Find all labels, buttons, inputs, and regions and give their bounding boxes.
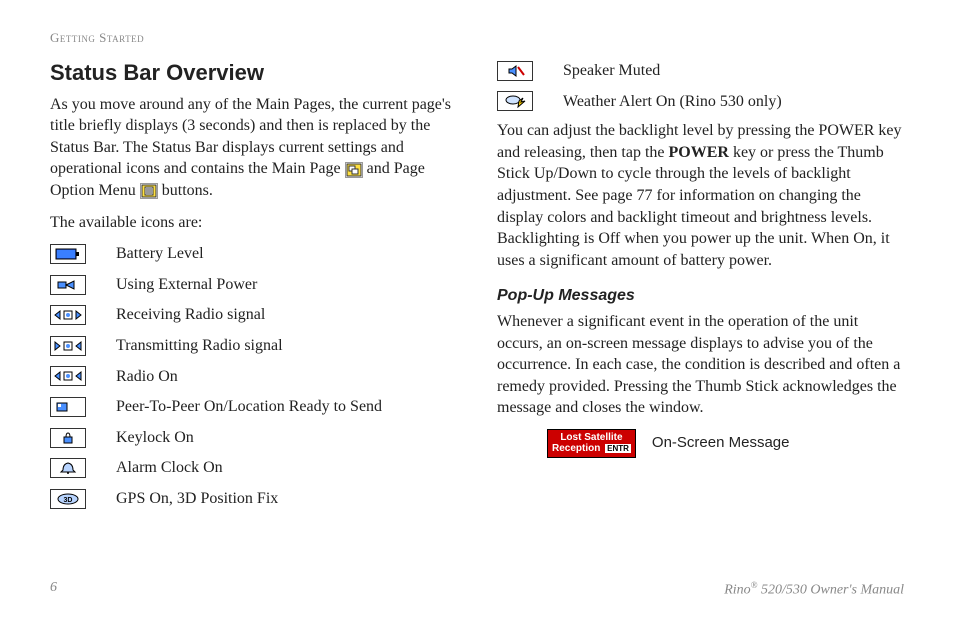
- popup-body: Whenever a significant event in the oper…: [497, 311, 904, 419]
- icon-label: Receiving Radio signal: [116, 304, 265, 326]
- list-item: Peer-To-Peer On/Location Ready to Send: [50, 396, 457, 418]
- section-header: Getting Started: [50, 30, 904, 46]
- icon-label: Radio On: [116, 366, 178, 388]
- lost-satellite-message-icon: Lost Satellite Reception ENTR: [547, 429, 636, 458]
- power-bold: POWER: [669, 144, 729, 161]
- main-page-icon: [345, 162, 363, 178]
- popup-heading: Pop-Up Messages: [497, 285, 904, 307]
- msg-line2: Reception: [552, 443, 600, 454]
- list-item: Transmitting Radio signal: [50, 335, 457, 357]
- onscreen-message-label: On-Screen Message: [652, 433, 790, 453]
- list-item: Receiving Radio signal: [50, 304, 457, 326]
- transmitting-radio-icon: [50, 336, 86, 356]
- list-item: Radio On: [50, 366, 457, 388]
- list-item: 3D GPS On, 3D Position Fix: [50, 488, 457, 510]
- msg-line1: Lost Satellite: [552, 432, 631, 444]
- manual-a: Rino: [724, 583, 750, 598]
- peer-to-peer-icon: [50, 397, 86, 417]
- icon-label: Peer-To-Peer On/Location Ready to Send: [116, 396, 382, 418]
- right-column: Speaker Muted Weather Alert On (Rino 530…: [497, 54, 904, 510]
- icon-label: Speaker Muted: [563, 60, 660, 82]
- icon-label: Using External Power: [116, 274, 257, 296]
- entr-badge: ENTR: [605, 444, 631, 453]
- msg-line2-wrap: Reception ENTR: [552, 443, 631, 455]
- available-icons-label: The available icons are:: [50, 212, 457, 234]
- weather-alert-icon: [497, 91, 533, 111]
- icon-list-right: Speaker Muted Weather Alert On (Rino 530…: [497, 60, 904, 112]
- list-item: Keylock On: [50, 427, 457, 449]
- external-power-icon: [50, 275, 86, 295]
- backlight-text-b: key or press the Thumb Stick Up/Down to …: [497, 144, 890, 269]
- icon-label: Weather Alert On (Rino 530 only): [563, 91, 782, 113]
- speaker-muted-icon: [497, 61, 533, 81]
- radio-on-icon: [50, 366, 86, 386]
- icon-label: Alarm Clock On: [116, 457, 223, 479]
- icon-list-left: Battery Level Using External Power Recei…: [50, 243, 457, 509]
- svg-text:3D: 3D: [64, 497, 73, 504]
- battery-level-icon: [50, 244, 86, 264]
- list-item: Alarm Clock On: [50, 457, 457, 479]
- list-item: Speaker Muted: [497, 60, 904, 82]
- alarm-clock-icon: [50, 458, 86, 478]
- receiving-radio-icon: [50, 305, 86, 325]
- intro-paragraph: As you move around any of the Main Pages…: [50, 94, 457, 202]
- backlight-paragraph: You can adjust the backlight level by pr…: [497, 120, 904, 271]
- left-column: Status Bar Overview As you move around a…: [50, 54, 457, 510]
- gps-3d-icon: 3D: [50, 489, 86, 509]
- content-columns: Status Bar Overview As you move around a…: [50, 54, 904, 510]
- page-title: Status Bar Overview: [50, 58, 457, 88]
- keylock-icon: [50, 428, 86, 448]
- list-item: Battery Level: [50, 243, 457, 265]
- manual-title: Rino® 520/530 Owner's Manual: [724, 580, 904, 599]
- list-item: Weather Alert On (Rino 530 only): [497, 91, 904, 113]
- icon-label: GPS On, 3D Position Fix: [116, 488, 278, 510]
- manual-b: 520/530 Owner's Manual: [758, 583, 905, 598]
- page-footer: 6 Rino® 520/530 Owner's Manual: [50, 580, 904, 599]
- page-option-menu-icon: [140, 183, 158, 199]
- page-number: 6: [50, 580, 57, 599]
- list-item: Using External Power: [50, 274, 457, 296]
- icon-label: Battery Level: [116, 243, 204, 265]
- onscreen-message-row: Lost Satellite Reception ENTR On-Screen …: [547, 429, 904, 458]
- intro-text-c: buttons.: [162, 182, 213, 199]
- icon-label: Keylock On: [116, 427, 194, 449]
- icon-label: Transmitting Radio signal: [116, 335, 283, 357]
- registered-mark: ®: [751, 580, 758, 590]
